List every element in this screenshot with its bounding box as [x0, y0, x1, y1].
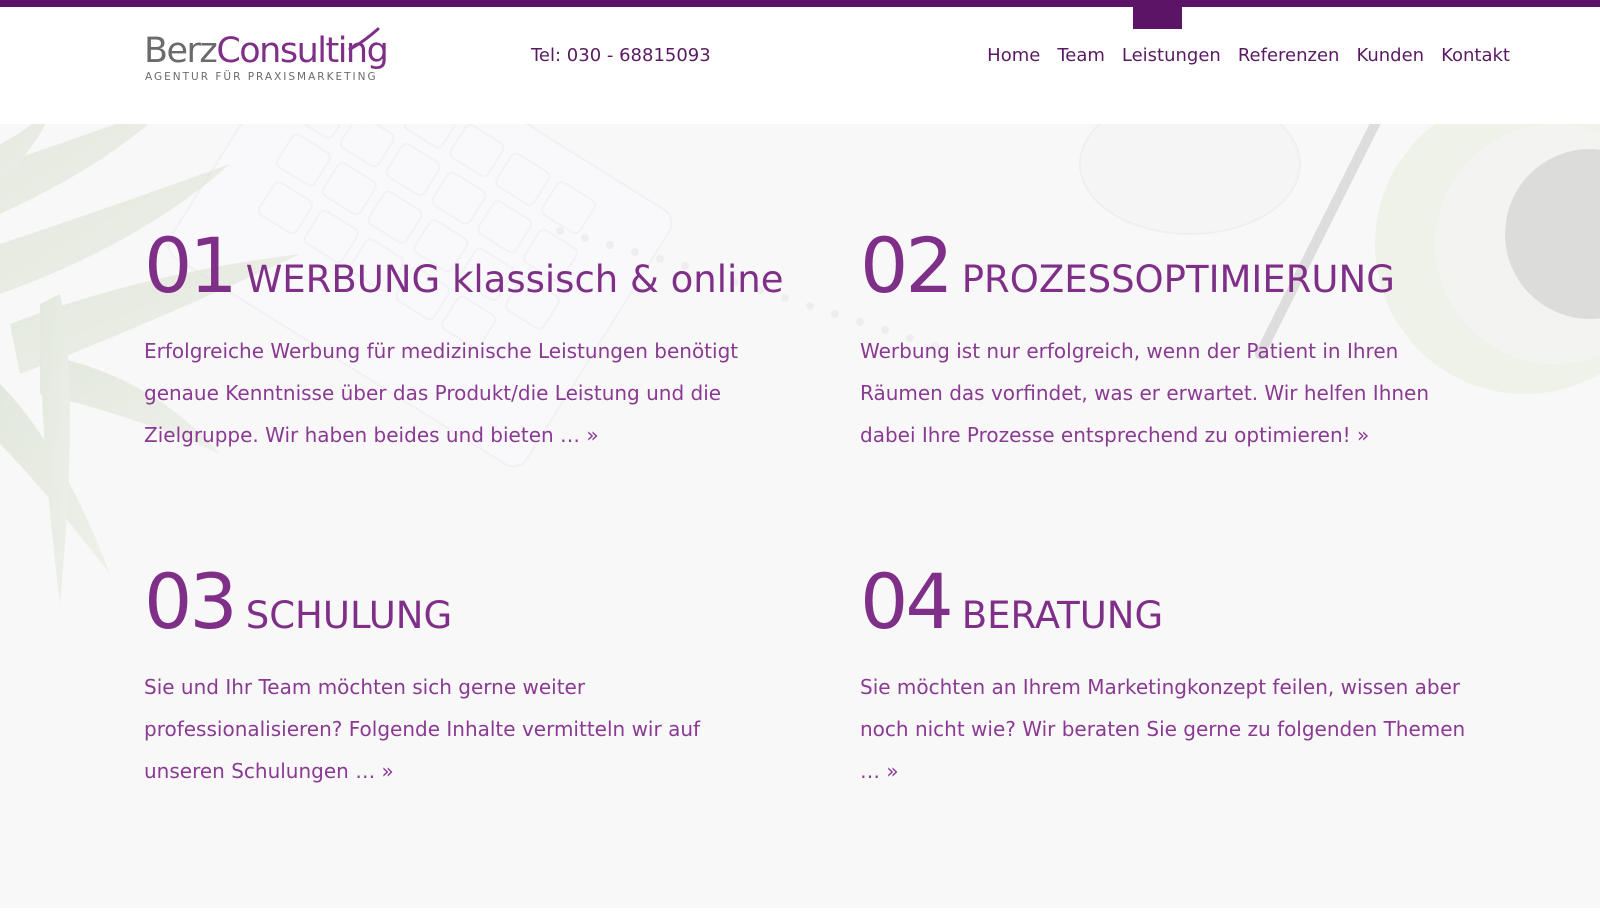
service-card-beratung: 04 BERATUNG Sie möchten an Ihrem Marketi… [860, 564, 1480, 792]
read-more-link[interactable]: » [1357, 423, 1369, 447]
read-more-link[interactable]: … » [860, 759, 899, 783]
service-number: 04 [860, 557, 954, 646]
service-text: Sie möchten an Ihrem Marketingkonzept fe… [860, 675, 1466, 741]
top-accent-bar [0, 0, 1600, 7]
service-text: Sie und Ihr Team möchten sich gerne weit… [144, 675, 701, 783]
service-title: WERBUNG klassisch & online [245, 258, 784, 301]
nav-home[interactable]: Home [987, 45, 1040, 66]
logo-tagline: AGENTUR FÜR PRAXISMARKETING [145, 71, 378, 83]
bottom-divider [0, 908, 1600, 916]
service-description: Erfolgreiche Werbung für medizinische Le… [144, 330, 784, 456]
services-section: 01 WERBUNG klassisch & online Erfolgreic… [0, 124, 1600, 908]
read-more-link[interactable]: … » [355, 759, 394, 783]
nav-kunden[interactable]: Kunden [1356, 45, 1424, 66]
service-heading: 01 WERBUNG klassisch & online [144, 228, 784, 304]
phone-number: Tel: 030 - 68815093 [531, 45, 711, 66]
logo[interactable]: BerzConsulting AGENTUR FÜR PRAXISMARKETI… [144, 27, 414, 89]
logo-berz: Berz [144, 31, 218, 71]
service-number: 03 [144, 557, 238, 646]
service-description: Sie und Ihr Team möchten sich gerne weit… [144, 666, 784, 792]
service-text: Erfolgreiche Werbung für medizinische Le… [144, 339, 739, 447]
active-page-tab [1133, 0, 1182, 29]
read-more-link[interactable]: … » [560, 423, 599, 447]
service-title: PROZESSOPTIMIERUNG [961, 258, 1395, 301]
service-number: 01 [144, 221, 238, 310]
service-title: SCHULUNG [245, 594, 453, 637]
service-description: Sie möchten an Ihrem Marketingkonzept fe… [860, 666, 1480, 792]
nav-kontakt[interactable]: Kontakt [1441, 45, 1510, 66]
service-card-prozessoptimierung: 02 PROZESSOPTIMIERUNG Werbung ist nur er… [860, 228, 1480, 456]
service-heading: 03 SCHULUNG [144, 564, 784, 640]
nav-referenzen[interactable]: Referenzen [1238, 45, 1340, 66]
site-header: BerzConsulting AGENTUR FÜR PRAXISMARKETI… [0, 7, 1600, 124]
service-text: Werbung ist nur erfolgreich, wenn der Pa… [860, 339, 1430, 447]
service-card-werbung: 01 WERBUNG klassisch & online Erfolgreic… [144, 228, 784, 456]
service-title: BERATUNG [961, 594, 1164, 637]
logo-swoosh-icon [348, 27, 380, 51]
service-heading: 04 BERATUNG [860, 564, 1480, 640]
main-nav: Home Team Leistungen Referenzen Kunden K… [987, 45, 1510, 66]
service-description: Werbung ist nur erfolgreich, wenn der Pa… [860, 330, 1480, 456]
service-heading: 02 PROZESSOPTIMIERUNG [860, 228, 1480, 304]
service-number: 02 [860, 221, 954, 310]
service-card-schulung: 03 SCHULUNG Sie und Ihr Team möchten sic… [144, 564, 784, 792]
nav-team[interactable]: Team [1057, 45, 1105, 66]
nav-leistungen[interactable]: Leistungen [1122, 45, 1221, 66]
